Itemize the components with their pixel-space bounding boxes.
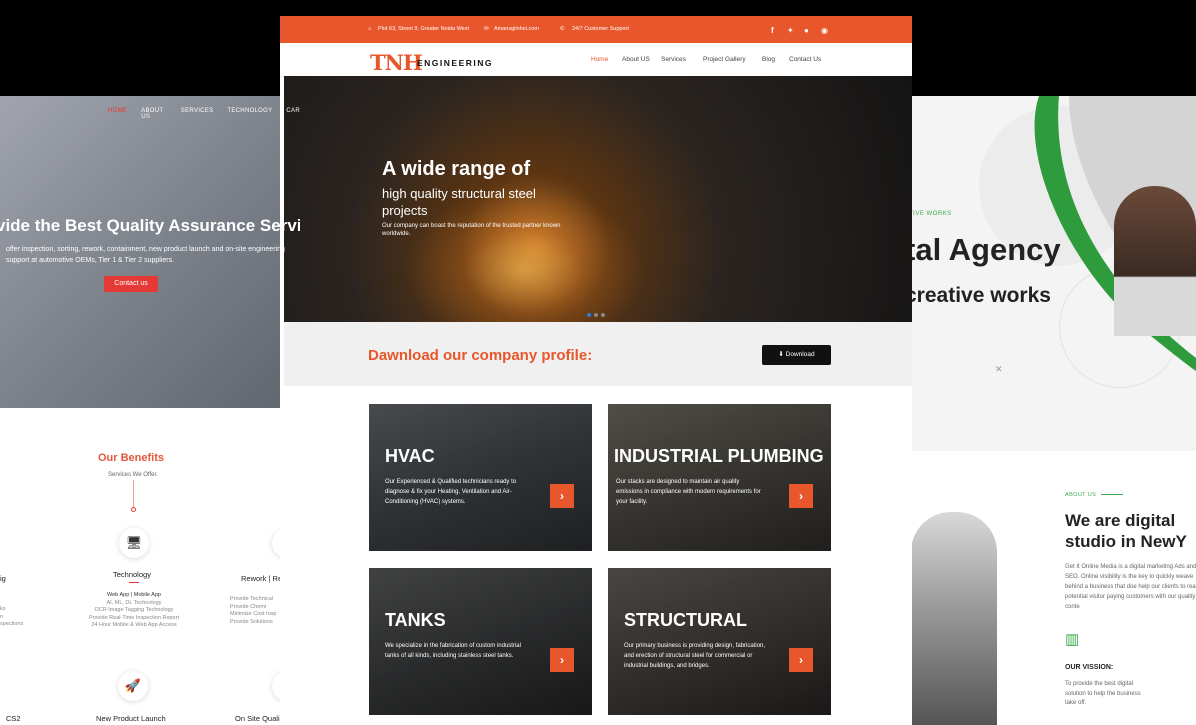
close-icon[interactable]: ✕ bbox=[995, 364, 1003, 375]
right-about-label: ABOUT US bbox=[1065, 492, 1097, 498]
list-item: 24 Hour Mobile & Web App Access bbox=[91, 622, 177, 628]
rocket-icon: 🚀 bbox=[118, 671, 148, 701]
left-nav-services[interactable]: SERVICES bbox=[181, 108, 214, 120]
download-title: Dawnload our company profile: bbox=[368, 347, 593, 364]
nav-about[interactable]: About US bbox=[622, 56, 650, 63]
hero-slider: A wide range of high quality structural … bbox=[284, 76, 912, 322]
left-col0-list: ks n spections bbox=[0, 606, 40, 629]
hero-title: A wide range of bbox=[382, 158, 531, 180]
slider-dot[interactable] bbox=[587, 313, 591, 317]
monitor-icon: 🖥 bbox=[119, 528, 149, 558]
github-icon[interactable]: ● bbox=[804, 26, 809, 35]
right-hero-subtitle: creative works bbox=[909, 284, 1051, 307]
left-col2-heading: Rework | Re bbox=[241, 574, 283, 583]
mail-icon: ✉ bbox=[484, 26, 489, 32]
nav-home[interactable]: Home bbox=[591, 56, 608, 63]
pinterest-icon[interactable]: ◉ bbox=[821, 26, 828, 35]
heading-line: studio in NewY bbox=[1065, 532, 1187, 551]
left-col1-heading: Technology bbox=[113, 570, 151, 579]
left-nav-about[interactable]: ABOUT US bbox=[141, 108, 167, 120]
list-item: Web App | Mobile App bbox=[107, 592, 161, 598]
left-divider-line bbox=[133, 480, 134, 508]
card-text: Our primary business is providing design… bbox=[624, 643, 766, 669]
left-bottom-item-2: On Site Quali bbox=[235, 714, 280, 723]
hero-description: Our company can boast the reputation of … bbox=[382, 223, 561, 237]
center-mockup: ⌂ Plot 63, Street 9, Greater Noida West … bbox=[280, 16, 912, 725]
left-nav-technology[interactable]: TECHNOLOGY bbox=[227, 108, 272, 120]
hero-subtitle: high quality structural steel projects bbox=[382, 186, 536, 218]
service-card-structural[interactable]: STRUCTURAL Our primary business is provi… bbox=[608, 568, 831, 715]
list-item: n bbox=[0, 613, 4, 620]
right-about-heading: We are digital studio in NewY bbox=[1065, 510, 1187, 552]
list-item: spections bbox=[0, 621, 24, 627]
download-button-label: Download bbox=[785, 351, 815, 358]
left-col1-underline bbox=[129, 582, 139, 583]
left-col1-list: Web App | Mobile App AI, ML, DL Technolo… bbox=[70, 592, 198, 630]
download-icon: ⬇ bbox=[778, 351, 784, 358]
location-icon: ⌂ bbox=[368, 26, 372, 32]
download-band: Dawnload our company profile: ⬇ Download bbox=[284, 322, 912, 386]
left-contact-button[interactable]: Contact us bbox=[104, 276, 158, 292]
left-nav: HOME ABOUT US SERVICES TECHNOLOGY CAR bbox=[108, 108, 300, 120]
right-about-paragraph: Get It Online Media is a digital marketi… bbox=[1065, 564, 1196, 610]
nav-contact[interactable]: Contact Us bbox=[789, 56, 821, 63]
card-title: STRUCTURAL bbox=[624, 610, 747, 630]
list-item: AI, ML, DL Technology bbox=[106, 599, 162, 606]
card-title: TANKS bbox=[385, 610, 446, 630]
left-bottom-item-0: CS2 bbox=[6, 714, 21, 723]
main-nav: TNH ENGINEERING Home About US Services P… bbox=[280, 43, 912, 77]
chart-growth-icon: ▥ bbox=[1065, 631, 1080, 648]
chevron-right-icon[interactable]: › bbox=[550, 484, 574, 508]
phone-icon: ✆ bbox=[560, 26, 565, 32]
left-nav-home[interactable]: HOME bbox=[108, 108, 127, 120]
chevron-right-icon[interactable]: › bbox=[550, 648, 574, 672]
right-vision-text: To provide the best digital solution to … bbox=[1065, 681, 1141, 706]
left-hero-subtitle: offer inspection, sorting, rework, conta… bbox=[6, 246, 285, 264]
right-about-line bbox=[1101, 494, 1123, 495]
card-text: Our stacks are designed to maintain air … bbox=[616, 479, 761, 505]
list-item: ks bbox=[0, 606, 6, 612]
right-hero-title: tal Agency bbox=[909, 232, 1061, 267]
topbar-address: Plot 63, Street 9, Greater Noida West bbox=[378, 26, 469, 32]
left-bottom-item-1: New Product Launch bbox=[96, 714, 166, 723]
nav-project-gallery[interactable]: Project Gallery bbox=[703, 56, 746, 63]
topbar-email[interactable]: Amansgiinhei.com bbox=[494, 26, 539, 32]
slider-dot[interactable] bbox=[594, 313, 598, 317]
about-person-image bbox=[911, 512, 997, 725]
chevron-right-icon[interactable]: › bbox=[789, 648, 813, 672]
left-hero-title: vide the Best Quality Assurance Servi bbox=[0, 216, 300, 235]
heading-line: We are digital bbox=[1065, 511, 1176, 530]
topbar-support: 24/7 Customer Support bbox=[572, 26, 629, 32]
facebook-icon[interactable]: f bbox=[771, 26, 774, 35]
service-card-tanks[interactable]: TANKS We specialize in the fabrication o… bbox=[369, 568, 592, 715]
hero-person-image bbox=[1114, 186, 1196, 336]
chevron-right-icon[interactable]: › bbox=[789, 484, 813, 508]
nav-services[interactable]: Services bbox=[661, 56, 686, 63]
service-card-plumbing[interactable]: INDUSTRIAL PLUMBING Our stacks are desig… bbox=[608, 404, 831, 551]
slider-dots bbox=[587, 313, 605, 317]
topbar: ⌂ Plot 63, Street 9, Greater Noida West … bbox=[280, 16, 912, 43]
twitter-icon[interactable]: ✦ bbox=[787, 26, 794, 35]
card-text: We specialize in the fabrication of cust… bbox=[385, 643, 521, 659]
left-col0-heading: ig bbox=[0, 574, 6, 583]
list-item: OCR Image Tagging Technology bbox=[94, 607, 174, 613]
left-divider-dot bbox=[131, 507, 136, 512]
right-vision-title: OUR VISSION: bbox=[1065, 664, 1114, 671]
left-mockup: HOME ABOUT US SERVICES TECHNOLOGY CAR vi… bbox=[0, 96, 300, 725]
download-button[interactable]: ⬇ Download bbox=[762, 345, 831, 365]
slider-dot[interactable] bbox=[601, 313, 605, 317]
service-card-hvac[interactable]: HVAC Our Experienced & Qualified technic… bbox=[369, 404, 592, 551]
card-title: INDUSTRIAL PLUMBING bbox=[614, 446, 824, 466]
logo-subtitle: ENGINEERING bbox=[417, 58, 494, 68]
left-benefits-subtitle: Services We Offer. bbox=[108, 472, 158, 478]
right-mockup: TIVE WORKS tal Agency creative works ✕ A… bbox=[909, 96, 1196, 725]
logo[interactable]: TNH bbox=[370, 50, 423, 75]
card-title: HVAC bbox=[385, 446, 435, 466]
right-hero-tag: TIVE WORKS bbox=[909, 211, 952, 217]
card-text: Our Experienced & Qualified technicians … bbox=[385, 479, 517, 505]
nav-blog[interactable]: Blog bbox=[762, 56, 775, 63]
left-nav-car[interactable]: CAR bbox=[286, 108, 300, 120]
list-item: Provide Real-Time Inspection Report bbox=[89, 614, 179, 621]
left-benefits-title: Our Benefits bbox=[98, 452, 165, 464]
